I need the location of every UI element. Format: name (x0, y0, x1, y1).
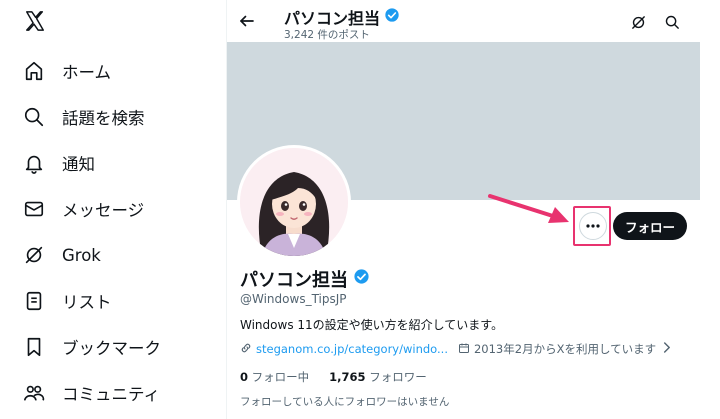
follow-button[interactable]: フォロー (613, 212, 687, 240)
list-icon (22, 289, 46, 313)
back-arrow-icon[interactable] (235, 9, 259, 33)
sidebar-item-home[interactable]: ホーム (22, 56, 111, 86)
following-count: 0 (240, 370, 249, 384)
header-name: パソコン担当 (284, 9, 381, 28)
following-stat[interactable]: 0 フォロー中 (240, 369, 309, 385)
sidebar-item-notifications[interactable]: 通知 (22, 148, 95, 178)
home-icon (22, 59, 46, 83)
bell-icon (22, 151, 46, 175)
profile-stats: 0 フォロー中 1,765 フォロワー (240, 369, 427, 385)
calendar-icon (458, 342, 470, 357)
grok-icon[interactable] (627, 11, 649, 33)
profile-avatar[interactable] (237, 145, 351, 259)
sidebar-item-bookmarks[interactable]: ブックマーク (22, 332, 161, 362)
sidebar-item-grok[interactable]: Grok (22, 240, 101, 270)
sidebar-item-label: リスト (62, 293, 112, 312)
sidebar-item-label: メッセージ (62, 201, 145, 220)
followers-count: 1,765 (329, 370, 366, 384)
chevron-right-icon[interactable] (662, 342, 671, 356)
sidebar-nav: ホーム 話題を検索 通知 メッセージ Grok リスト ブックマーク コミュニテ… (0, 0, 226, 419)
followers-stat[interactable]: 1,765 フォロワー (329, 369, 427, 385)
profile-joined-date: 2013年2月からXを利用しています (473, 342, 657, 356)
profile-name-text: パソコン担当 (240, 270, 348, 291)
sidebar-item-label: 話題を検索 (62, 109, 145, 128)
verified-badge-icon[interactable] (353, 268, 370, 290)
more-dots-icon (586, 224, 600, 228)
community-icon (22, 381, 46, 405)
followers-label: フォロワー (369, 370, 427, 384)
grok-icon (22, 243, 46, 267)
more-options-button[interactable] (579, 212, 607, 240)
header-title: パソコン担当 (284, 5, 400, 29)
profile-column: パソコン担当 3,242 件のポスト フォロー パソコン担当 @Windows_… (227, 0, 700, 419)
profile-handle: @Windows_TipsJP (240, 292, 347, 306)
followers-you-know-note: フォローしている人にフォロワーはいません (240, 396, 450, 408)
sidebar-item-explore[interactable]: 話題を検索 (22, 102, 145, 132)
sidebar-item-label: ブックマーク (62, 339, 161, 358)
search-icon[interactable] (661, 11, 683, 33)
sidebar-item-label: 通知 (62, 155, 95, 174)
sidebar-item-label: コミュニティ (62, 385, 161, 404)
profile-website-link[interactable]: steganom.co.jp/category/windo... (256, 342, 448, 356)
sidebar-item-communities[interactable]: コミュニティ (22, 378, 160, 408)
sidebar-item-label: Grok (62, 245, 101, 265)
following-label: フォロー中 (251, 370, 310, 384)
profile-display-name: パソコン担当 (240, 266, 370, 292)
search-icon (22, 105, 46, 129)
sidebar-item-messages[interactable]: メッセージ (22, 194, 144, 224)
link-icon (240, 342, 252, 357)
profile-meta: steganom.co.jp/category/windo... 2013年2月… (240, 341, 671, 357)
bookmark-icon (22, 335, 46, 359)
sidebar-item-lists[interactable]: リスト (22, 286, 112, 316)
x-logo-icon[interactable] (24, 10, 46, 32)
sidebar-item-label: ホーム (62, 63, 112, 82)
verified-badge-icon (384, 7, 400, 27)
profile-bio: Windows 11の設定や使い方を紹介しています。 (240, 318, 504, 332)
mail-icon (22, 197, 46, 221)
profile-header-bar: パソコン担当 3,242 件のポスト (227, 0, 700, 42)
avatar-image (240, 148, 348, 256)
post-count: 3,242 件のポスト (284, 29, 370, 41)
